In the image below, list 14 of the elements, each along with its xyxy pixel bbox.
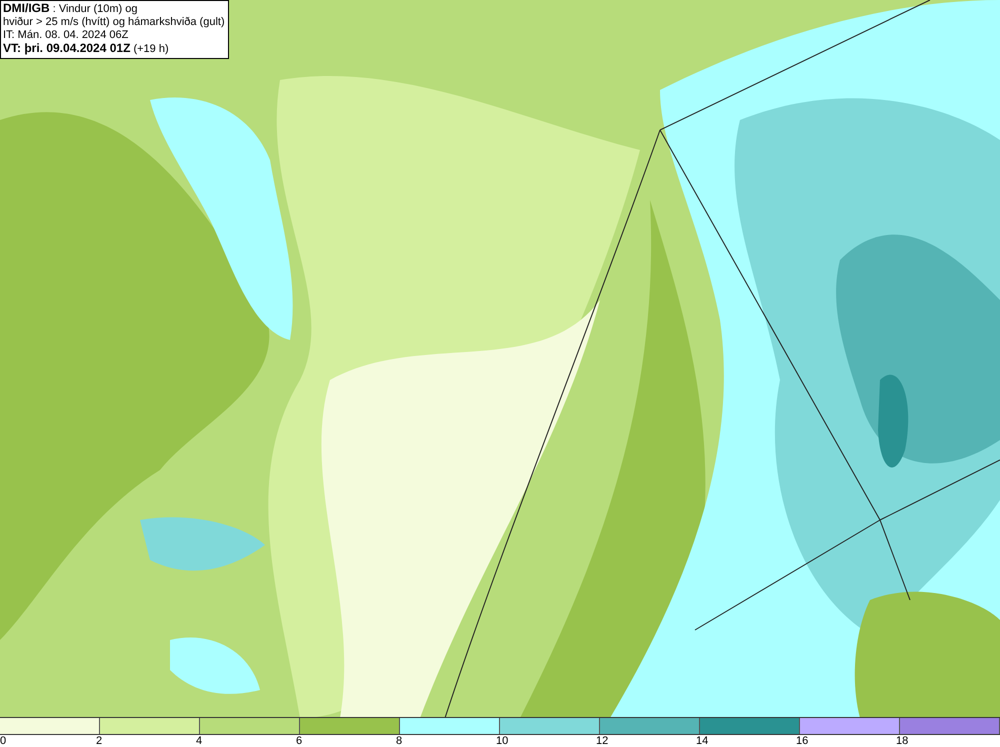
title-line: hviður > 25 m/s (hvítt) og hámarkshviða (gult) <box>3 16 225 29</box>
legend-tick-label: 4 <box>196 735 202 747</box>
legend-tick-label: 0 <box>0 735 6 747</box>
legend-tick-label: 16 <box>796 735 808 747</box>
legend-tick-label: 18 <box>896 735 908 747</box>
legend-tick-label: 14 <box>696 735 708 747</box>
legend-tick-label: 12 <box>596 735 608 747</box>
title-line: IT: Mán. 08. 04. 2024 06Z <box>3 29 130 42</box>
title-line: DMI/IGB : Vindur (10m) og <box>3 2 139 16</box>
legend-tick-label: 6 <box>296 735 302 747</box>
legend-tick-label: 10 <box>496 735 508 747</box>
legend-tick-label: 8 <box>396 735 402 747</box>
title-line: VT: þri. 09.04.2024 01Z (+19 h) <box>3 42 170 56</box>
legend-tick-label: 2 <box>96 735 102 747</box>
